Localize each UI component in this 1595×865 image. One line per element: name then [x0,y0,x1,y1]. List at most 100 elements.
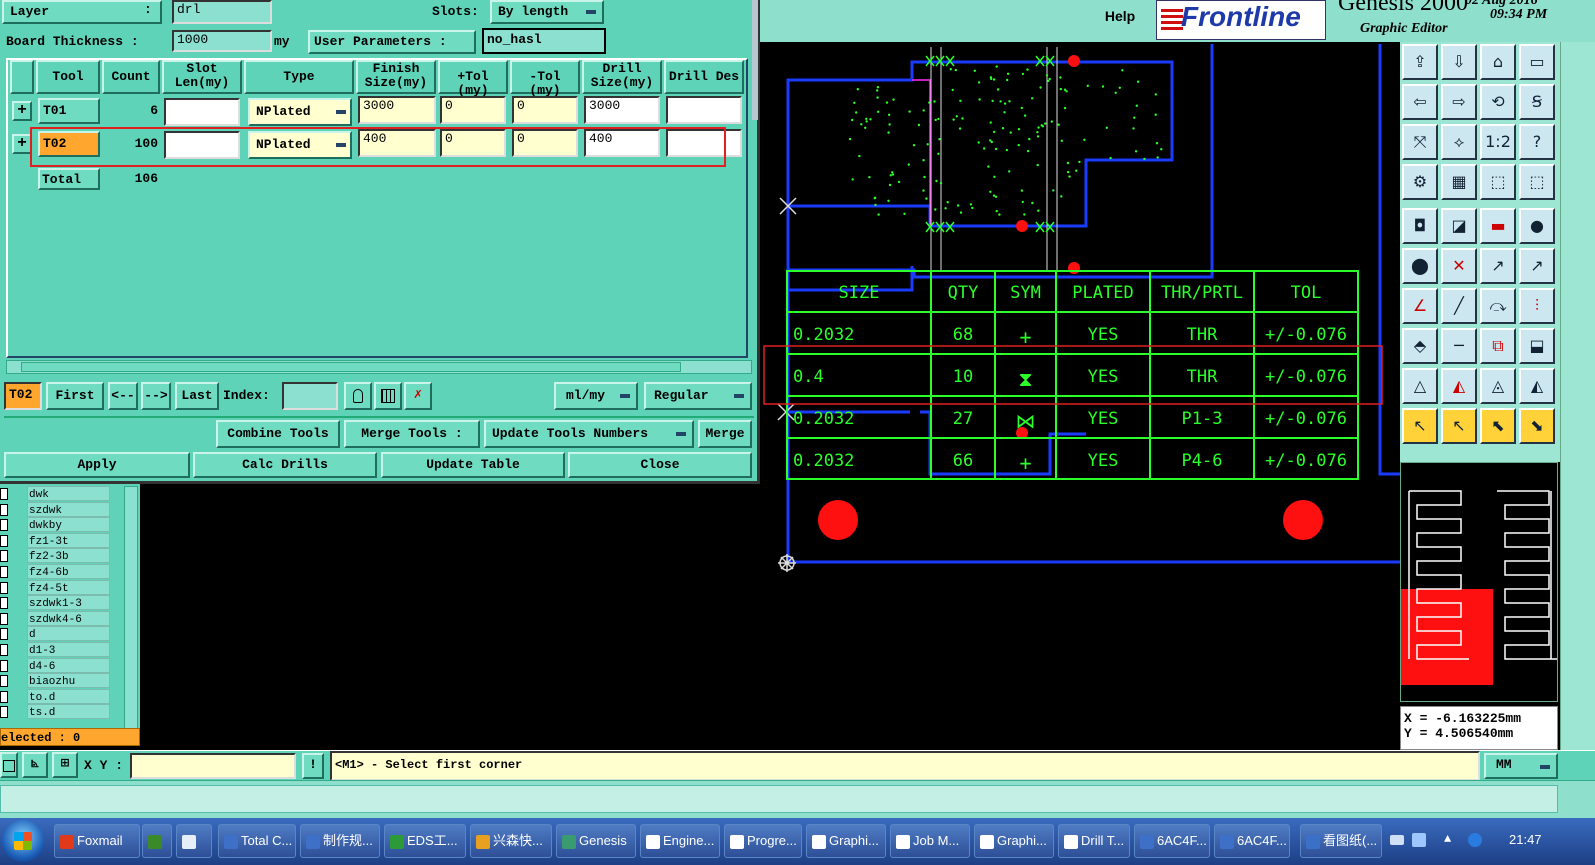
layer-checkbox[interactable] [0,519,8,532]
toolbar-button[interactable]: ⟲ [1480,84,1516,120]
layer-list-item[interactable]: fz1-3t [0,532,140,549]
layer-list-item[interactable]: biaozhu [0,673,140,689]
toolbar-button[interactable]: ↖ [1441,408,1477,444]
layer-checkbox[interactable] [0,690,8,703]
taskbar-item[interactable]: Engine... [640,824,720,858]
drill-size-input[interactable]: 3000 [584,96,660,124]
layer-checkbox[interactable] [0,566,8,578]
layer-list-item[interactable]: szdwk [0,501,140,518]
mode-dropdown[interactable]: Regular [644,382,752,410]
layer-list-item[interactable]: fz4-5t [0,579,140,596]
toolbar-button[interactable]: ↖ [1402,408,1438,444]
toolbar-button[interactable]: ▬ [1480,208,1516,244]
taskbar-item[interactable]: 制作规... [300,824,380,858]
table-icon-button[interactable] [374,382,402,410]
grid-button[interactable]: ⊞ [52,752,78,778]
taskbar-item[interactable]: Genesis [556,824,636,858]
clock[interactable]: 21:47 [1509,832,1542,847]
layer-list-scrollbar[interactable] [124,486,138,744]
toolbar-button[interactable]: ▭ [1519,44,1555,80]
xy-input[interactable] [130,753,296,779]
snap-button[interactable]: ⦝ [22,752,48,778]
layer-list-item[interactable]: d [0,626,140,642]
finish-size-input[interactable]: 3000 [358,96,436,124]
toolbar-button[interactable]: ▦ [1441,164,1477,200]
layer-checkbox[interactable] [0,644,8,656]
first-button[interactable]: First [46,382,104,410]
apply-button[interactable]: Apply [4,452,190,478]
toolbar-button[interactable]: ◬ [1480,368,1516,404]
index-input[interactable] [282,382,338,410]
layer-list-item[interactable]: fz4-6b [0,564,140,580]
toolbar-button[interactable]: ⫶ [1519,288,1555,324]
toolbar-button[interactable]: ⬓ [1519,328,1555,364]
prev-button[interactable]: <-- [108,382,138,410]
layer-checkbox[interactable] [0,706,8,719]
layer-list-item[interactable]: ts.d [0,704,140,720]
units-status-dropdown[interactable]: MM [1484,753,1558,779]
toolbar-button[interactable]: ✕ [1441,248,1477,284]
combine-tools-button[interactable]: Combine Tools [216,420,340,448]
user-parameters-value[interactable]: no_hasl [482,28,606,54]
taskbar-item[interactable]: 6AC4F... [1214,824,1290,858]
drill-des-input[interactable] [666,96,742,124]
layer-checkbox[interactable] [0,488,8,500]
layer-checkbox[interactable] [0,628,8,641]
taskbar-item[interactable]: Job M... [890,824,970,858]
delete-icon-button[interactable]: ✗ [404,382,432,410]
last-button[interactable]: Last [175,382,219,410]
layer-list-item[interactable]: szdwk1-3 [0,595,140,611]
type-dropdown[interactable]: NPlated [248,98,352,126]
current-tool-field[interactable]: T02 [4,382,42,410]
toolbar-button[interactable]: ⇪ [1402,44,1438,80]
tool-id[interactable]: T01 [38,98,100,124]
taskbar-item[interactable]: Foxmail [54,824,140,858]
toolbar-button[interactable]: ◪ [1441,208,1477,244]
layer-list-item[interactable]: d4-6 [0,657,140,674]
layer-checkbox[interactable] [0,550,8,563]
toolbar-button[interactable]: ? [1519,124,1555,160]
layer-checkbox[interactable] [0,597,8,610]
calc-drills-button[interactable]: Calc Drills [193,452,377,478]
layer-list-item[interactable]: to.d [0,688,140,705]
plus-tol-input[interactable]: 0 [440,96,506,124]
hscroll-thumb[interactable] [21,362,681,372]
tray-arrow-icon[interactable]: ▲ [1444,832,1451,846]
toolbar-button[interactable]: ⬚ [1480,164,1516,200]
toolbar-button[interactable]: ⇦ [1402,84,1438,120]
toolbar-button[interactable]: ↗ [1480,248,1516,284]
layer-checkbox[interactable] [0,612,8,625]
graphic-canvas[interactable]: SIZE QTY SYM PLATED THR/PRTL TOL 0.2032 6… [760,42,1400,750]
taskbar-item[interactable]: Graphi... [974,824,1054,858]
taskbar-item[interactable] [176,824,212,858]
taskbar-item[interactable]: 看图纸(... [1300,824,1382,858]
toolbar-button[interactable]: ⧉ [1480,328,1516,364]
taskbar-item[interactable]: 6AC4F... [1134,824,1210,858]
toolbar-button[interactable]: ─ [1441,328,1477,364]
toolbar-button[interactable]: Ꞩ [1519,84,1555,120]
layer-list-item[interactable]: dwk [0,486,140,502]
toolbar-button[interactable]: ∠ [1402,288,1438,324]
update-table-button[interactable]: Update Table [381,452,565,478]
alert-button[interactable]: ! [302,753,324,779]
next-button[interactable]: --> [141,382,171,410]
layer-checkbox[interactable] [0,534,8,547]
table-hscroll[interactable] [6,360,752,374]
toolbar-button[interactable]: ↗ [1519,248,1555,284]
lamp-icon-button[interactable] [344,382,372,410]
close-button[interactable]: Close [568,452,752,478]
units-dropdown[interactable]: ml/my [554,382,638,410]
taskbar-item[interactable]: Graphi... [806,824,886,858]
user-parameters-label[interactable]: User Parameters : [308,30,476,54]
board-thickness-input[interactable]: 1000 [172,30,272,52]
slots-dropdown[interactable]: By length [490,0,604,24]
toolbar-button[interactable]: ● [1519,208,1555,244]
toolbar-button[interactable]: ╱ [1441,288,1477,324]
toolbar-button[interactable]: ◭ [1519,368,1555,404]
toolbar-button[interactable]: ⬚ [1519,164,1555,200]
taskbar-item[interactable]: EDS工... [384,824,466,858]
toolbar-button[interactable]: 1:2 [1480,124,1516,160]
toolbar-button[interactable]: ◭ [1441,368,1477,404]
toolbar-button[interactable]: ⬤ [1402,248,1438,284]
toolbar-button[interactable]: ⬉ [1480,408,1516,444]
